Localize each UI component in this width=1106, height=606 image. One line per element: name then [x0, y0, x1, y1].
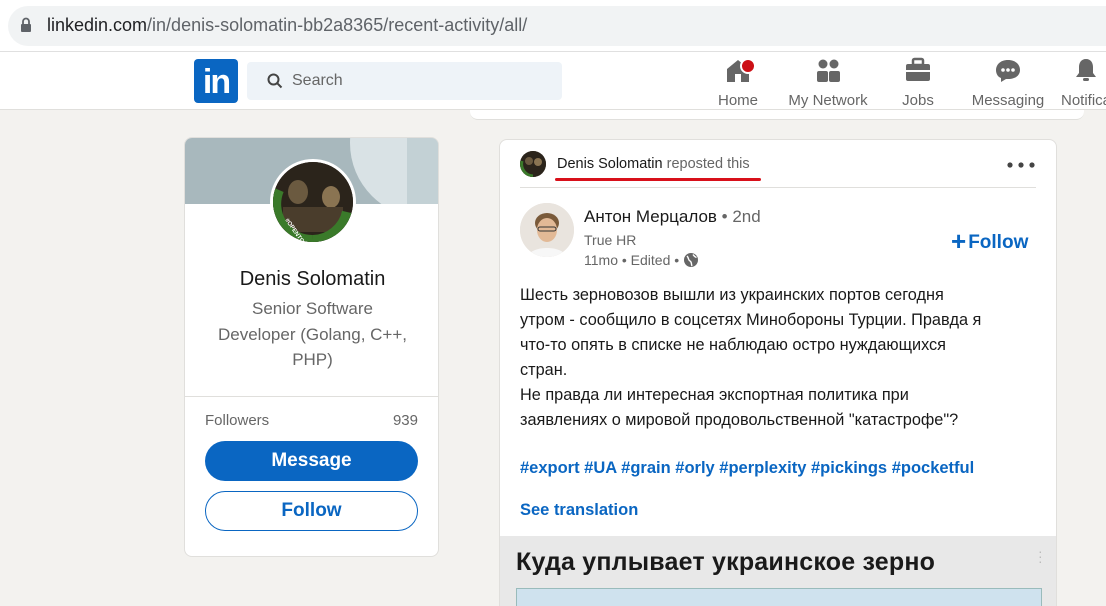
- feed-top-card: [470, 110, 1084, 120]
- nav-label-notifications: Notifica: [1060, 92, 1106, 109]
- linkedin-header: in Search Home My Network Jobs Messaging…: [0, 52, 1106, 110]
- author-avatar[interactable]: [520, 203, 574, 257]
- search-bar[interactable]: Search: [247, 62, 562, 100]
- divider: [185, 396, 438, 397]
- author-name[interactable]: Антон Мерцалов • 2nd: [584, 207, 761, 227]
- post-body: Шесть зерновозов вышли из украинских пор…: [520, 283, 1040, 433]
- repost-text: reposted this: [666, 156, 750, 172]
- network-icon: [817, 59, 840, 82]
- see-translation-link[interactable]: See translation: [520, 501, 638, 520]
- opentowork-frame: #OPENTOWORK: [273, 162, 353, 242]
- bell-icon: [1076, 59, 1096, 81]
- post-timestamp: 11mo • Edited •: [584, 252, 680, 268]
- more-options-icon[interactable]: [1006, 162, 1036, 168]
- url-path: /in/denis-solomatin-bb2a8365/recent-acti…: [147, 15, 528, 35]
- nav-label-messaging: Messaging: [971, 92, 1045, 109]
- image-title: Куда уплывает украинское зерно: [516, 548, 936, 576]
- post-body-line: что-то опять в списке не наблюдаю остро …: [520, 336, 946, 354]
- url-text[interactable]: linkedin.com/in/denis-solomatin-bb2a8365…: [47, 15, 527, 36]
- followers-label: Followers: [205, 412, 270, 429]
- globe-icon: [684, 253, 699, 267]
- nav-label-jobs: Jobs: [902, 92, 934, 109]
- plus-icon: +: [951, 226, 967, 256]
- nav-home[interactable]: Home: [714, 56, 762, 109]
- image-kebab-icon: · · ·: [1038, 543, 1043, 569]
- briefcase-icon: [906, 57, 930, 81]
- feed-post: Denis Solomatin reposted this Антон Мерц…: [499, 139, 1057, 606]
- followers-count: 939: [392, 412, 418, 429]
- nav-my-network[interactable]: My Network: [786, 56, 870, 109]
- image-map: [516, 588, 1042, 606]
- profile-name[interactable]: Denis Solomatin: [185, 268, 438, 291]
- lock-icon: [21, 17, 31, 32]
- reposter-avatar[interactable]: [520, 151, 546, 177]
- nav-label-home: Home: [717, 92, 758, 109]
- post-body-line: стран.: [520, 361, 568, 379]
- search-icon: [267, 73, 283, 89]
- profile-avatar[interactable]: #OPENTOWORK: [270, 159, 356, 245]
- reposter-name[interactable]: Denis Solomatin: [557, 156, 663, 172]
- red-underline-annotation: [555, 178, 761, 181]
- follow-label: Follow: [968, 232, 1029, 253]
- profile-card: #OPENTOWORK Denis Solomatin Senior Softw…: [184, 137, 439, 557]
- post-body-line: Шесть зерновозов вышли из украинских пор…: [520, 286, 944, 304]
- message-button[interactable]: Message: [205, 441, 418, 481]
- author-name-text: Антон Мерцалов: [584, 207, 717, 226]
- follow-button[interactable]: Follow: [205, 491, 418, 531]
- browser-address-bar: linkedin.com/in/denis-solomatin-bb2a8365…: [0, 0, 1106, 52]
- follow-author-button[interactable]: + Follow: [951, 226, 1028, 257]
- post-hashtags[interactable]: #export #UA #grain #orly #perplexity #pi…: [520, 459, 974, 478]
- nav-messaging[interactable]: Messaging: [970, 56, 1046, 109]
- post-image[interactable]: Куда уплывает украинское зерно · · ·: [500, 536, 1056, 606]
- post-body-line: заявлениях о мировой продовольственной "…: [520, 411, 959, 429]
- linkedin-logo[interactable]: in: [194, 59, 238, 103]
- search-placeholder: Search: [292, 72, 343, 89]
- nav-jobs[interactable]: Jobs: [898, 56, 938, 109]
- post-meta: 11mo • Edited •: [584, 252, 699, 268]
- nav-label-my-network: My Network: [788, 92, 868, 109]
- messaging-icon: [996, 60, 1020, 82]
- nav-notifications[interactable]: Notifica: [1054, 56, 1106, 109]
- profile-title: Senior Software Developer (Golang, C++, …: [218, 299, 407, 369]
- notification-badge: [740, 58, 756, 74]
- author-headline: True HR: [584, 232, 637, 248]
- url-host: linkedin.com: [47, 15, 148, 35]
- repost-line: Denis Solomatin reposted this: [557, 156, 750, 172]
- post-body-line: Не правда ли интересная экспортная полит…: [520, 386, 909, 404]
- connection-degree: • 2nd: [721, 207, 761, 226]
- post-body-line: утром - сообщило в соцсетях Минобороны Т…: [520, 311, 982, 329]
- divider: [520, 187, 1036, 188]
